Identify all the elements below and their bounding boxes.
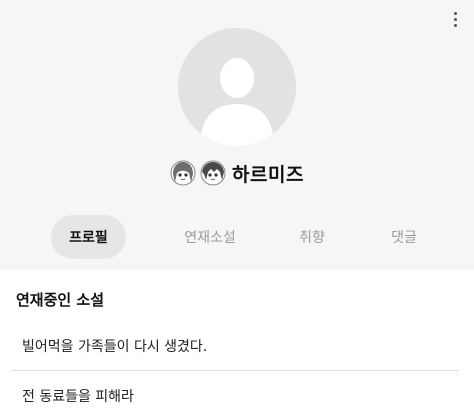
- more-options-button[interactable]: [446, 8, 464, 30]
- tab-novels[interactable]: 연재소설: [168, 215, 252, 259]
- profile-header: 하르미즈 프로필 연재소설 취향 댓글: [0, 0, 474, 270]
- character-badge-icon-2: [200, 160, 226, 186]
- more-vertical-icon-dot: [453, 23, 457, 27]
- section-title: 연재중인 소설: [16, 291, 105, 309]
- avatar[interactable]: [178, 28, 296, 146]
- novel-list: 빌어먹을 가족들이 다시 생겼다. 전 동료들을 피해라: [12, 322, 459, 417]
- tab-comments[interactable]: 댓글: [374, 215, 434, 259]
- default-user-silhouette-icon: [178, 28, 296, 146]
- list-item[interactable]: 빌어먹을 가족들이 다시 생겼다.: [12, 322, 459, 371]
- nickname-row: 하르미즈: [0, 158, 474, 188]
- profile-tabs: 프로필 연재소설 취향 댓글: [0, 215, 474, 259]
- tab-taste[interactable]: 취향: [282, 215, 342, 259]
- tab-profile[interactable]: 프로필: [51, 215, 126, 259]
- more-vertical-icon-dot: [453, 17, 457, 21]
- list-item[interactable]: 전 동료들을 피해라: [12, 371, 459, 417]
- nickname: 하르미즈: [232, 163, 304, 186]
- character-badge-icon-1: [170, 160, 196, 186]
- more-vertical-icon: [453, 11, 457, 15]
